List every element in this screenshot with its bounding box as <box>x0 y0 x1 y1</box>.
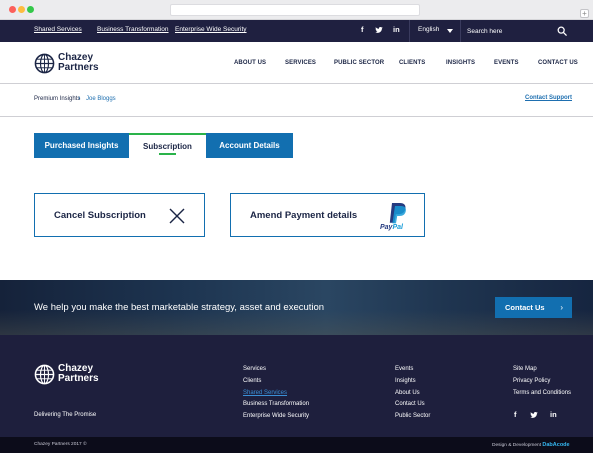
nav-contact-us[interactable]: CONTACT US <box>538 60 578 66</box>
twitter-icon[interactable] <box>375 25 383 34</box>
footer-column-company: Events Insights About Us Contact Us Publ… <box>395 364 430 423</box>
footer-link-business-transformation[interactable]: Business Transformation <box>243 399 309 411</box>
search-input[interactable] <box>461 23 571 39</box>
footer-logo-line-2: Partners <box>58 373 99 384</box>
footer-link-contact-us[interactable]: Contact Us <box>395 399 430 411</box>
cta-banner: We help you make the best marketable str… <box>0 280 593 335</box>
address-bar[interactable] <box>170 4 420 16</box>
logo-line-2: Partners <box>58 62 99 73</box>
footer-link-clients[interactable]: Clients <box>243 376 309 388</box>
paypal-wordmark: PayPal <box>380 224 403 231</box>
design-credit-brand-link[interactable]: DabAcode <box>542 442 569 448</box>
footer-link-services[interactable]: Services <box>243 364 309 376</box>
tab-account-details[interactable]: Account Details <box>206 133 293 158</box>
nav-about-us[interactable]: ABOUT US <box>234 60 266 66</box>
nav-insights[interactable]: INSIGHTS <box>446 60 475 66</box>
chevron-down-icon[interactable] <box>447 29 453 33</box>
nav-events[interactable]: EVENTS <box>494 60 519 66</box>
cancel-subscription-card[interactable]: Cancel Subscription <box>34 193 205 237</box>
top-link-business-transformation[interactable]: Business Transformation <box>97 26 169 33</box>
design-credit-prefix: Design & Development <box>492 443 542 448</box>
amend-payment-label: Amend Payment details <box>250 210 358 221</box>
top-link-enterprise-wide-security[interactable]: Enterprise Wide Security <box>175 26 247 33</box>
amend-payment-card[interactable]: Amend Payment details PayPal <box>230 193 425 237</box>
breadcrumb: Premium Insights › Joe Bloggs Contact Su… <box>0 85 593 117</box>
footer-link-about-us[interactable]: About Us <box>395 388 430 400</box>
footer-twitter-icon[interactable] <box>530 410 538 419</box>
design-credit: Design & Development DabAcode <box>492 442 570 448</box>
chevron-right-icon: › <box>560 303 563 312</box>
contact-support-link[interactable]: Contact Support <box>525 95 572 101</box>
top-utility-bar: Shared Services Business Transformation … <box>0 20 593 42</box>
top-link-shared-services[interactable]: Shared Services <box>34 26 82 33</box>
footer-link-events[interactable]: Events <box>395 364 430 376</box>
tab-purchased-insights[interactable]: Purchased Insights <box>34 133 129 158</box>
bottom-bar: Chazey Partners 2017 © Design & Developm… <box>0 437 593 453</box>
footer-link-public-sector[interactable]: Public Sector <box>395 411 430 423</box>
footer-link-shared-services[interactable]: Shared Services <box>243 388 309 400</box>
nav-public-sector[interactable]: PUBLIC SECTOR <box>334 60 384 66</box>
site-header: Chazey Partners ABOUT US SERVICES PUBLIC… <box>0 42 593 84</box>
globe-icon <box>34 53 55 74</box>
new-tab-button[interactable]: + <box>580 9 589 18</box>
divider <box>409 20 410 42</box>
browser-chrome: + <box>0 0 593 20</box>
linkedin-icon[interactable]: in <box>393 25 400 34</box>
footer-linkedin-icon[interactable]: in <box>550 410 557 419</box>
active-tab-indicator <box>159 153 176 155</box>
chevron-right-icon: › <box>78 95 81 102</box>
paypal-wordmark-pay: Pay <box>380 224 393 231</box>
minimize-window-button[interactable] <box>18 6 25 13</box>
close-icon <box>169 208 185 224</box>
nav-services[interactable]: SERVICES <box>285 60 316 66</box>
footer-link-enterprise-wide-security[interactable]: Enterprise Wide Security <box>243 411 309 423</box>
footer-column-legal: Site Map Privacy Policy Terms and Condit… <box>513 364 571 399</box>
footer-logo-wordmark: Chazey Partners <box>58 364 99 384</box>
footer-link-insights[interactable]: Insights <box>395 376 430 388</box>
site-footer: Chazey Partners Delivering The Promise S… <box>0 335 593 437</box>
facebook-icon[interactable]: f <box>361 25 364 34</box>
cta-text: We help you make the best marketable str… <box>34 302 325 313</box>
search-icon[interactable] <box>557 26 567 36</box>
breadcrumb-premium-insights[interactable]: Premium Insights <box>34 96 80 102</box>
contact-us-button-label: Contact Us <box>505 303 545 312</box>
cancel-subscription-label: Cancel Subscription <box>54 210 146 221</box>
footer-link-site-map[interactable]: Site Map <box>513 364 571 376</box>
copyright-text: Chazey Partners 2017 © <box>34 442 87 447</box>
footer-facebook-icon[interactable]: f <box>514 410 517 419</box>
globe-icon <box>34 364 55 385</box>
footer-tagline: Delivering The Promise <box>34 412 97 418</box>
footer-link-terms[interactable]: Terms and Conditions <box>513 388 571 400</box>
breadcrumb-current-user: Joe Bloggs <box>86 96 116 102</box>
logo-wordmark: Chazey Partners <box>58 53 99 73</box>
footer-link-privacy-policy[interactable]: Privacy Policy <box>513 376 571 388</box>
footer-column-services: Services Clients Shared Services Busines… <box>243 364 309 423</box>
language-select[interactable]: English <box>418 26 439 33</box>
close-window-button[interactable] <box>9 6 16 13</box>
paypal-icon <box>389 203 406 224</box>
paypal-wordmark-pal: Pal <box>392 224 403 231</box>
maximize-window-button[interactable] <box>27 6 34 13</box>
contact-us-button[interactable]: Contact Us › <box>495 297 572 318</box>
nav-clients[interactable]: CLIENTS <box>399 60 425 66</box>
